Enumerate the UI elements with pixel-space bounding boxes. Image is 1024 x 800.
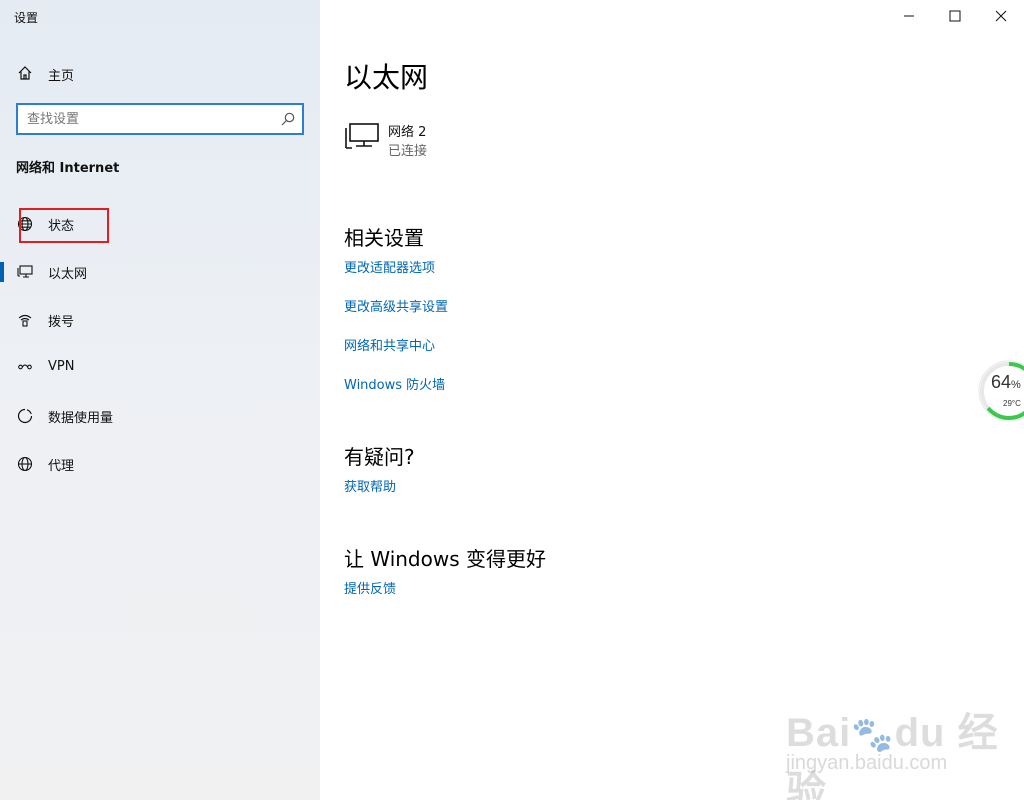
sidebar-item-data-usage[interactable]: 数据使用量: [0, 396, 320, 436]
search-input[interactable]: [18, 105, 276, 133]
sidebar-item-label: 数据使用量: [48, 411, 114, 426]
close-icon: [995, 10, 1007, 22]
highlight-annotation: [19, 208, 109, 243]
minimize-button[interactable]: [886, 0, 932, 32]
selection-indicator: [0, 262, 4, 282]
dialup-icon: [16, 311, 34, 329]
window-title: 设置: [14, 11, 39, 25]
network-status: 已连接: [388, 144, 428, 159]
sidebar-item-label: VPN: [48, 359, 75, 374]
sidebar: 设置 主页 网络和 Internet 状态: [0, 0, 320, 800]
maximize-icon: [949, 10, 961, 22]
gauge-percent: 64%: [991, 372, 1021, 392]
get-help-link[interactable]: 获取帮助: [344, 476, 396, 495]
feedback-heading: 让 Windows 变得更好: [344, 547, 546, 571]
home-icon: [16, 64, 34, 82]
sidebar-item-label: 拨号: [48, 315, 75, 330]
home-label: 主页: [48, 69, 75, 84]
baidu-watermark-logo: Bai🐾du 经验: [786, 711, 999, 800]
network-name: 网络 2: [388, 125, 427, 140]
network-card[interactable]: 网络 2 已连接: [344, 118, 644, 162]
sidebar-item-vpn[interactable]: VPN: [0, 348, 320, 388]
data-usage-icon: [16, 407, 34, 425]
nav-home[interactable]: 主页: [0, 56, 320, 90]
give-feedback-link[interactable]: 提供反馈: [344, 578, 396, 597]
network-sharing-center-link[interactable]: 网络和共享中心: [344, 335, 435, 354]
minimize-icon: [904, 15, 914, 17]
sidebar-item-ethernet[interactable]: 以太网: [0, 252, 320, 292]
search-box[interactable]: [16, 103, 304, 135]
vpn-icon: [16, 359, 34, 377]
search-icon[interactable]: [280, 111, 296, 127]
baidu-watermark-url: jingyan.baidu.com: [786, 752, 948, 774]
cpu-temp-widget[interactable]: 64% 29°C: [975, 357, 1024, 425]
advanced-sharing-link[interactable]: 更改高级共享设置: [344, 296, 448, 315]
close-button[interactable]: [978, 0, 1024, 32]
sidebar-item-dialup[interactable]: 拨号: [0, 300, 320, 340]
main-content: 以太网 网络 2 已连接 相关设置 更改适配器选项 更改高级共享设置 网络和共享…: [320, 0, 1024, 800]
change-adapter-options-link[interactable]: 更改适配器选项: [344, 257, 435, 276]
help-heading: 有疑问?: [344, 445, 415, 469]
related-settings-heading: 相关设置: [344, 226, 424, 250]
gauge-temperature: 29°C: [1003, 399, 1021, 408]
section-heading: 网络和 Internet: [16, 161, 120, 176]
globe-icon: [16, 455, 34, 473]
page-title: 以太网: [344, 61, 429, 94]
sidebar-item-label: 代理: [48, 459, 75, 474]
maximize-button[interactable]: [932, 0, 978, 32]
ethernet-network-icon: [344, 122, 380, 152]
sidebar-item-proxy[interactable]: 代理: [0, 444, 320, 484]
ethernet-icon: [16, 263, 34, 281]
sidebar-item-label: 以太网: [48, 267, 88, 282]
windows-firewall-link[interactable]: Windows 防火墙: [344, 374, 445, 393]
